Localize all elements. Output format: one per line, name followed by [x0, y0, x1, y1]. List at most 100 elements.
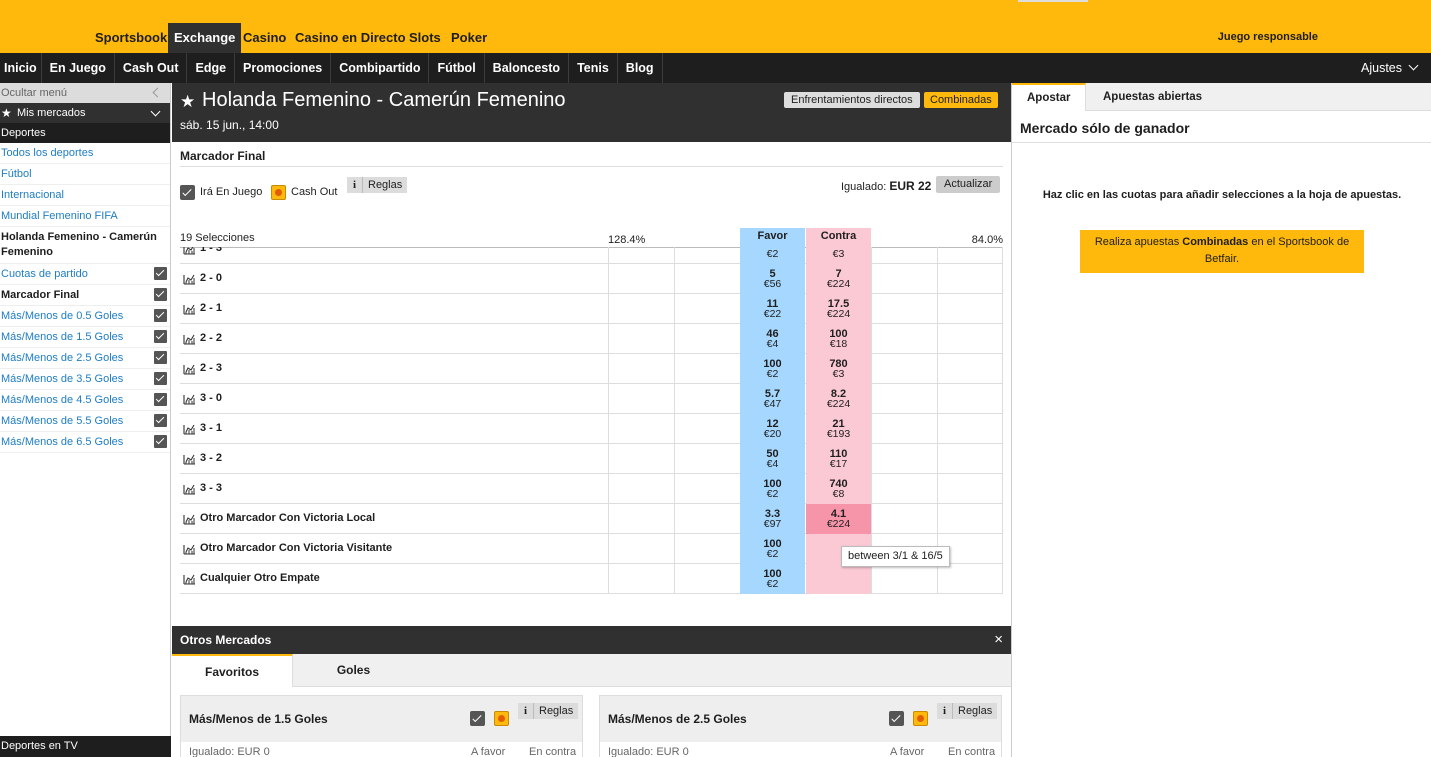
lay-cell-3[interactable] [937, 564, 1002, 594]
sidebar-link-ou-35[interactable]: Más/Menos de 3.5 Goles [0, 369, 170, 390]
sidebar-link-mundial[interactable]: Mundial Femenino FIFA [0, 206, 170, 227]
lay-odds-button[interactable]: 17.5 €224 [806, 294, 871, 324]
back-odds-button[interactable]: 100€2 [740, 474, 805, 504]
back-cell-3[interactable] [608, 324, 673, 354]
tab-apuestas-abiertas[interactable]: Apuestas abiertas [1088, 83, 1217, 111]
lay-cell-2[interactable] [871, 354, 936, 384]
back-odds-button[interactable]: 100€2 [740, 247, 805, 264]
checkbox-icon[interactable] [154, 267, 167, 280]
combined-button[interactable]: Combinadas [924, 92, 998, 108]
back-odds-button[interactable]: 3.3 €97 [740, 504, 805, 534]
back-cell-3[interactable] [608, 474, 673, 504]
back-odds-button[interactable]: 5.7 €47 [740, 384, 805, 414]
back-cell-2[interactable] [674, 354, 739, 384]
lay-cell-2[interactable] [871, 324, 936, 354]
sidebar-link-cuotas[interactable]: Cuotas de partido [0, 264, 170, 285]
back-odds-button[interactable]: 11 €22 [740, 294, 805, 324]
lay-cell-3[interactable] [937, 354, 1002, 384]
lay-cell-3[interactable] [937, 264, 1002, 294]
market-card-title[interactable]: Más/Menos de 1.5 Goles [189, 712, 328, 726]
back-cell-2[interactable] [674, 294, 739, 324]
lay-odds-button[interactable]: 21 €193 [806, 414, 871, 444]
tab-favoritos[interactable]: Favoritos [172, 654, 293, 687]
sidebar-link-ou-15[interactable]: Más/Menos de 1.5 Goles [0, 327, 170, 348]
back-cell-3[interactable] [608, 414, 673, 444]
my-markets-toggle[interactable]: ★ Mis mercados [0, 103, 170, 123]
back-cell-2[interactable] [674, 324, 739, 354]
lay-cell-3[interactable] [937, 324, 1002, 354]
lay-odds-button[interactable]: 110 €17 [806, 444, 871, 474]
checkbox-icon[interactable] [154, 435, 167, 448]
back-cell-3[interactable] [608, 294, 673, 324]
lay-cell-2[interactable] [871, 474, 936, 504]
nav-futbol[interactable]: Fútbol [429, 53, 485, 83]
back-odds-button[interactable]: 100€2 [740, 564, 805, 594]
back-cell-3[interactable] [608, 384, 673, 414]
back-cell-3[interactable] [608, 247, 673, 264]
sidebar-link-todos[interactable]: Todos los deportes [0, 143, 170, 164]
brand-sportsbook[interactable]: Sportsbook [89, 23, 173, 53]
hide-menu-button[interactable]: Ocultar menú [0, 83, 170, 103]
lay-cell-3[interactable] [937, 294, 1002, 324]
lay-odds-button[interactable]: 4.1 €224 [806, 504, 871, 534]
chart-icon[interactable] [183, 423, 196, 435]
back-cell-2[interactable] [674, 384, 739, 414]
settings-menu[interactable]: Ajustes [1361, 53, 1419, 83]
lay-cell-2[interactable] [871, 294, 936, 324]
lay-cell-2[interactable] [871, 414, 936, 444]
back-cell-2[interactable] [674, 504, 739, 534]
back-cell-2[interactable] [674, 564, 739, 594]
head-to-head-button[interactable]: Enfrentamientos directos [784, 92, 920, 108]
back-cell-3[interactable] [608, 534, 673, 564]
back-cell-2[interactable] [674, 474, 739, 504]
back-cell-2[interactable] [674, 534, 739, 564]
nav-combipartido[interactable]: Combipartido [331, 53, 430, 83]
back-odds-button[interactable]: 12 €20 [740, 414, 805, 444]
chart-icon[interactable] [183, 513, 196, 525]
lay-odds-button[interactable]: 8.2 €224 [806, 384, 871, 414]
lay-cell-2[interactable] [871, 564, 936, 594]
lay-odds-button[interactable]: 100 €18 [806, 324, 871, 354]
back-cell-3[interactable] [608, 564, 673, 594]
checkbox-icon[interactable] [154, 372, 167, 385]
back-cell-3[interactable] [608, 504, 673, 534]
lay-odds-button[interactable]: 1000€3 [806, 247, 871, 264]
chart-icon[interactable] [183, 363, 196, 375]
back-cell-2[interactable] [674, 264, 739, 294]
tab-apostar[interactable]: Apostar [1012, 83, 1087, 111]
lay-odds-button[interactable] [806, 564, 871, 594]
nav-inicio[interactable]: Inicio [0, 53, 42, 83]
lay-odds-button[interactable]: 780 €3 [806, 354, 871, 384]
checkbox-icon[interactable] [154, 414, 167, 427]
rules-button[interactable]: i Reglas [518, 703, 579, 719]
brand-exchange[interactable]: Exchange [168, 23, 242, 53]
star-icon[interactable]: ★ [180, 92, 195, 112]
brand-casino[interactable]: Casino [237, 23, 292, 53]
rules-button[interactable]: i Reglas [937, 703, 998, 719]
nav-edge[interactable]: Edge [187, 53, 236, 83]
brand-slots[interactable]: Slots [403, 23, 447, 53]
checkbox-icon[interactable] [154, 393, 167, 406]
checkbox-icon[interactable] [154, 330, 167, 343]
back-cell-3[interactable] [608, 354, 673, 384]
sports-tv-link[interactable]: Deportes en TV [0, 736, 171, 757]
brand-poker[interactable]: Poker [445, 23, 493, 53]
lay-cell-2[interactable] [871, 247, 936, 264]
lay-cell-2[interactable] [871, 444, 936, 474]
lay-cell-3[interactable] [937, 247, 1002, 264]
rules-button[interactable]: i Reglas [347, 177, 408, 193]
lay-odds-button[interactable]: 7 €224 [806, 264, 871, 294]
responsible-gaming-link[interactable]: Juego responsable [1218, 31, 1318, 43]
back-cell-3[interactable] [608, 444, 673, 474]
sidebar-link-ou-25[interactable]: Más/Menos de 2.5 Goles [0, 348, 170, 369]
back-cell-2[interactable] [674, 414, 739, 444]
chart-icon[interactable] [183, 573, 196, 585]
lay-cell-3[interactable] [937, 444, 1002, 474]
lay-cell-3[interactable] [937, 504, 1002, 534]
sidebar-link-event[interactable]: Holanda Femenino - Camerún Femenino [0, 227, 170, 264]
lay-cell-2[interactable] [871, 264, 936, 294]
market-card-title[interactable]: Más/Menos de 2.5 Goles [608, 712, 747, 726]
chart-icon[interactable] [183, 247, 196, 255]
checkbox-icon[interactable] [154, 288, 167, 301]
chart-icon[interactable] [183, 333, 196, 345]
